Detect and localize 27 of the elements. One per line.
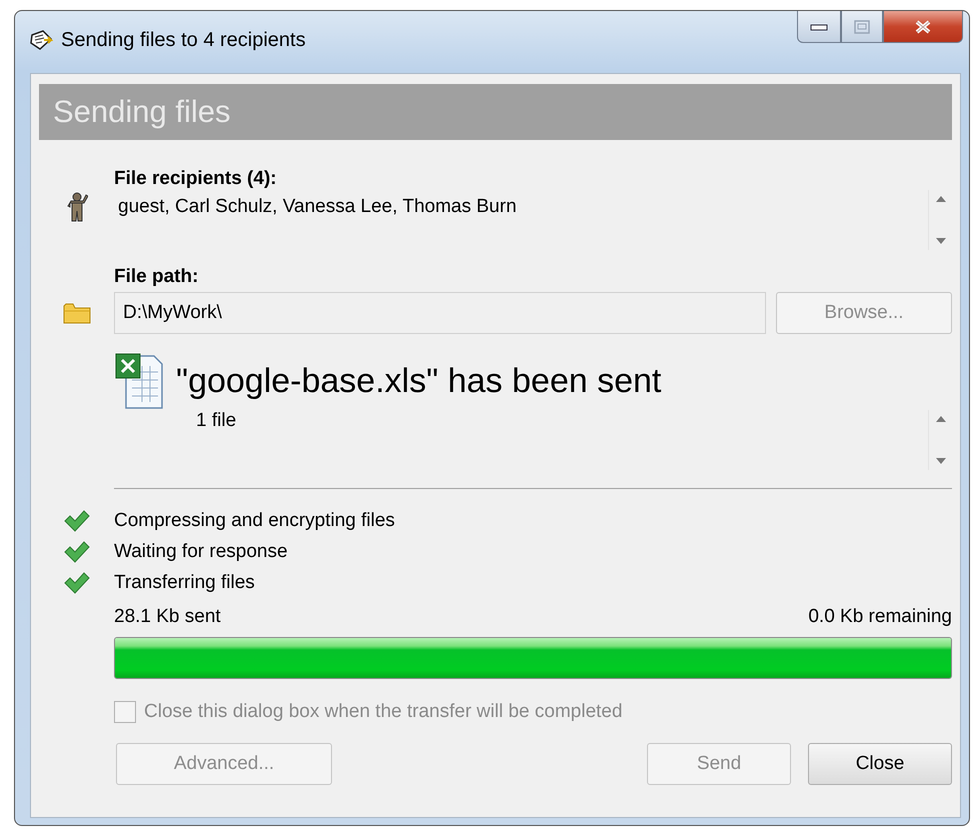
- step-label: Compressing and encrypting files: [114, 510, 395, 532]
- file-count: 1 file: [195, 410, 238, 433]
- scroll-up-icon[interactable]: [936, 196, 946, 202]
- close-button[interactable]: [883, 11, 963, 43]
- minimize-button[interactable]: [797, 11, 841, 43]
- scroll-up-icon[interactable]: [936, 416, 946, 422]
- section-header: Sending files: [39, 84, 952, 140]
- sent-amount: 28.1 Kb sent: [114, 606, 221, 628]
- spreadsheet-icon: [114, 352, 164, 410]
- step-label: Waiting for response: [114, 540, 288, 562]
- scroll-down-icon[interactable]: [936, 458, 946, 464]
- remaining-amount: 0.0 Kb remaining: [808, 606, 952, 628]
- dialog-button[interactable]: Close: [808, 743, 952, 785]
- field-label: File recipients (4):: [114, 168, 278, 190]
- recipient-list: guest, Carl Schulz, Vanessa Lee, Thomas Burn: [114, 190, 928, 250]
- maximize-icon: [853, 20, 871, 34]
- window-title: Sending files to 4 recipients: [61, 29, 306, 52]
- close-icon: [914, 20, 932, 34]
- app-icon: [29, 29, 53, 51]
- folder-icon: [62, 302, 90, 324]
- scroll-down-icon[interactable]: [936, 238, 946, 244]
- path-field[interactable]: D:\MyWork\: [114, 292, 766, 334]
- field-label: File path:: [114, 266, 200, 288]
- step-label: Transferring files: [114, 572, 255, 594]
- person-icon: [66, 192, 88, 222]
- checkbox-label: Close this dialog box when the transfer will be completed: [144, 701, 622, 723]
- status-heading: "google-base.xls" has been sent: [176, 362, 662, 400]
